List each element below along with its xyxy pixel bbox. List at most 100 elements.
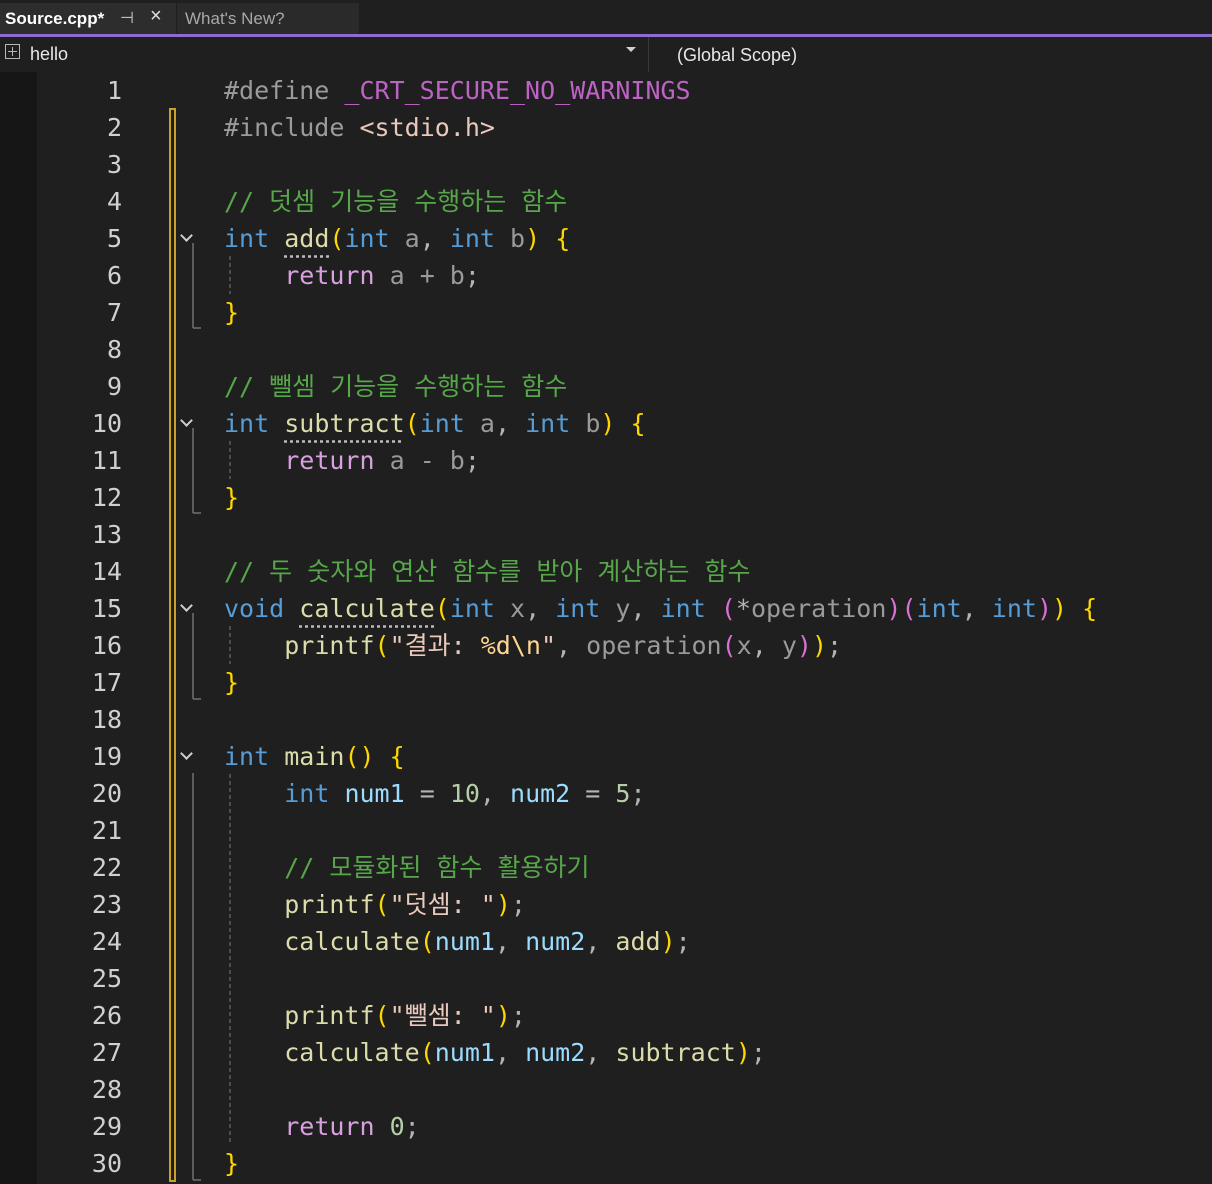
line-number: 20 (91, 779, 122, 808)
tab-source-cpp-title: Source.cpp* (5, 8, 105, 28)
code-line: 18 (0, 701, 1212, 738)
argument: num2 (525, 1038, 586, 1067)
line-number: 6 (106, 261, 122, 290)
line-number: 25 (91, 964, 122, 993)
line-number: 22 (91, 853, 122, 882)
keyword: int (224, 224, 270, 253)
keyword: int (525, 409, 571, 438)
function-name: add (284, 224, 330, 253)
keyword-return: return (284, 261, 375, 290)
code-line: 25 (0, 960, 1212, 997)
code-text: #define _CRT_SECURE_NO_WARNINGS (224, 72, 691, 109)
code-line: 16 printf("결과: %d\n", operation(x, y)); (0, 627, 1212, 664)
line-number: 13 (91, 520, 122, 549)
line-number: 7 (106, 298, 122, 327)
variable: num2 (510, 779, 571, 808)
scope-dropdown[interactable]: (Global Scope) (648, 37, 1212, 72)
code-text: } (224, 483, 240, 512)
scope-label: (Global Scope) (677, 45, 798, 65)
code-text: } (224, 668, 240, 697)
code-text: } (224, 298, 240, 327)
argument: y (781, 631, 797, 660)
code-line: 21 (0, 812, 1212, 849)
number-literal: 10 (449, 779, 480, 808)
parameter: a (404, 224, 420, 253)
collapse-chevron-icon[interactable] (182, 749, 192, 759)
parameter: x (510, 594, 526, 623)
code-text: printf("결과: %d\n", operation(x, y)); (284, 631, 843, 660)
code-text: printf("뺄셈: "); (284, 1001, 526, 1030)
argument: x (736, 631, 752, 660)
function-call: printf (284, 1001, 375, 1030)
keyword: int (284, 779, 330, 808)
line-number: 14 (91, 557, 122, 586)
code-comment: // 두 숫자와 연산 함수를 받아 계산하는 함수 (224, 557, 751, 586)
tab-source-cpp[interactable]: Source.cpp* ⊣ × (0, 3, 176, 34)
code-line: 20 int num1 = 10, num2 = 5; (0, 775, 1212, 812)
code-line: 14 // 두 숫자와 연산 함수를 받아 계산하는 함수 (0, 553, 1212, 590)
number-literal: 5 (615, 779, 631, 808)
tab-whats-new-title: What's New? (185, 8, 285, 28)
keyword: int (555, 594, 601, 623)
collapse-chevron-icon[interactable] (182, 416, 192, 426)
code-text: printf("덧셈: "); (284, 890, 526, 919)
code-line: 5 int add(int a, int b) { (0, 220, 1212, 257)
code-line: 4 // 덧셈 기능을 수행하는 함수 (0, 183, 1212, 220)
code-line: 24 calculate(num1, num2, add); (0, 923, 1212, 960)
code-editor[interactable]: 1 #define _CRT_SECURE_NO_WARNINGS 2 #inc… (0, 72, 1212, 1184)
code-line: 3 (0, 146, 1212, 183)
code-text: // 모듈화된 함수 활용하기 (224, 849, 589, 886)
line-number: 30 (91, 1149, 122, 1178)
line-number: 27 (91, 1038, 122, 1067)
code-text: void calculate(int x, int y, int (*opera… (224, 594, 1098, 623)
code-line: 1 #define _CRT_SECURE_NO_WARNINGS (0, 72, 1212, 109)
code-line: 9 // 뺄셈 기능을 수행하는 함수 (0, 368, 1212, 405)
project-dropdown[interactable]: hello (0, 37, 648, 72)
parameter: b (585, 409, 601, 438)
code-line: 27 calculate(num1, num2, subtract); (0, 1034, 1212, 1071)
code-comment: // 덧셈 기능을 수행하는 함수 (224, 187, 568, 216)
code-line: 15 void calculate(int x, int y, int (*op… (0, 590, 1212, 627)
line-number: 15 (91, 594, 122, 623)
close-icon[interactable]: × (150, 5, 162, 28)
line-number: 17 (91, 668, 122, 697)
function-call: calculate (284, 1038, 420, 1067)
string-literal: "결과: (389, 631, 481, 660)
keyword: int (660, 594, 706, 623)
line-number: 1 (106, 76, 122, 105)
string-literal: "덧셈: " (389, 890, 496, 919)
parameter: y (615, 594, 631, 623)
line-number: 12 (91, 483, 122, 512)
code-text: int add(int a, int b) { (224, 224, 571, 253)
line-number: 29 (91, 1112, 122, 1141)
number-literal: 0 (389, 1112, 405, 1141)
argument: num2 (525, 927, 586, 956)
chevron-down-icon[interactable] (626, 47, 636, 52)
keyword: int (449, 224, 495, 253)
string-literal: " (540, 631, 557, 660)
collapse-chevron-icon[interactable] (182, 601, 192, 611)
keyword-return: return (284, 1112, 375, 1141)
parameter: operation (750, 594, 887, 623)
code-text: calculate(num1, num2, subtract); (284, 1038, 766, 1067)
keyword: int (224, 409, 270, 438)
code-text: return a - b; (284, 446, 480, 475)
tab-whats-new[interactable]: What's New? (177, 3, 359, 34)
code-text: int subtract(int a, int b) { (224, 409, 646, 438)
keyword: int (419, 409, 465, 438)
argument: num1 (434, 1038, 495, 1067)
line-number: 23 (91, 890, 122, 919)
code-text: return a + b; (284, 261, 480, 290)
variable: num1 (344, 779, 405, 808)
line-number: 3 (106, 150, 122, 179)
collapse-chevron-icon[interactable] (182, 231, 192, 241)
macro-name: _CRT_SECURE_NO_WARNINGS (344, 76, 691, 105)
argument: subtract (615, 1038, 736, 1067)
line-number: 21 (91, 816, 122, 845)
pin-icon[interactable]: ⊣ (120, 8, 134, 28)
keyword: void (224, 594, 285, 623)
preprocessor-directive: #include (224, 113, 345, 142)
code-line: 6 return a + b; (0, 257, 1212, 294)
line-number: 8 (106, 335, 122, 364)
expression: a + b (389, 261, 465, 290)
